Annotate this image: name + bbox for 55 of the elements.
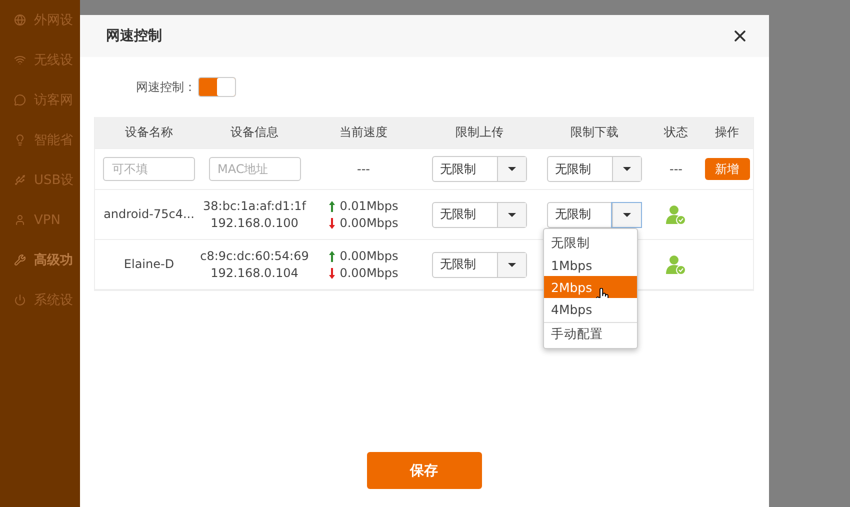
person-icon — [14, 214, 26, 226]
toggle-switch[interactable] — [198, 77, 236, 97]
column-header: 设备信息 — [230, 124, 278, 141]
column-header: 状态 — [664, 124, 688, 141]
limit-select[interactable]: 无限制 — [432, 202, 527, 228]
menu-option[interactable]: 无限制 — [544, 232, 637, 254]
user-check-icon — [666, 254, 686, 274]
caret-icon — [508, 212, 516, 216]
name-field[interactable]: 可不填 — [103, 157, 195, 181]
caret-icon — [623, 212, 631, 216]
mac-field[interactable]: MAC地址 — [208, 157, 300, 181]
menu-option[interactable]: 2Mbps — [544, 276, 637, 298]
down-arrow-icon — [328, 218, 335, 228]
chat-bubble-icon — [14, 94, 26, 106]
ip-address: 192.168.0.100 — [210, 214, 298, 232]
menu-option[interactable]: 4Mbps — [544, 298, 637, 320]
lightbulb-icon — [14, 134, 26, 146]
usb-icon — [14, 174, 26, 186]
save-button[interactable]: 保存 — [366, 452, 482, 489]
down-arrow-icon — [328, 268, 335, 278]
device-name: Elaine-D — [124, 256, 174, 273]
caret-icon — [508, 262, 516, 266]
upload-speed: 0.01Mbps — [340, 198, 398, 214]
column-header: 限制上传 — [456, 124, 504, 141]
menu-option[interactable]: 手动配置 — [544, 322, 637, 345]
mac-address: 38:bc:1a:af:d1:1f — [203, 198, 306, 214]
up-arrow-icon — [328, 250, 335, 262]
table-cell: --- — [357, 160, 370, 178]
download-speed: 0.00Mbps — [340, 264, 398, 282]
toggle-label: 网速控制： — [136, 78, 196, 96]
column-header: 当前速度 — [340, 124, 388, 141]
add-button[interactable]: 新增 — [704, 158, 750, 180]
table-cell: --- — [670, 160, 682, 178]
limit-select[interactable]: 无限制 — [547, 202, 642, 228]
upload-speed: 0.00Mbps — [340, 248, 398, 264]
dialog-title: 网速控制 — [106, 27, 162, 45]
wrench-icon — [14, 254, 26, 266]
user-check-icon — [666, 204, 686, 224]
ip-address: 192.168.0.104 — [210, 264, 298, 282]
mac-address: c8:9c:dc:60:54:69 — [200, 248, 309, 264]
caret-icon — [623, 167, 631, 171]
caret-icon — [508, 167, 516, 171]
limit-select[interactable]: 无限制 — [432, 156, 527, 182]
globe-icon — [14, 14, 26, 26]
limit-select[interactable]: 无限制 — [547, 156, 642, 182]
sidebar-item[interactable]: 高级功 — [0, 250, 80, 270]
download-speed: 0.00Mbps — [340, 214, 398, 232]
up-arrow-icon — [328, 200, 335, 212]
column-header: 操作 — [715, 124, 739, 141]
menu-option[interactable]: 1Mbps — [544, 254, 637, 276]
column-header: 设备名称 — [125, 124, 173, 141]
device-name: android-75c4... — [104, 206, 194, 223]
limit-select[interactable]: 无限制 — [432, 252, 527, 278]
column-header: 限制下载 — [570, 124, 618, 141]
power-icon — [14, 294, 26, 306]
